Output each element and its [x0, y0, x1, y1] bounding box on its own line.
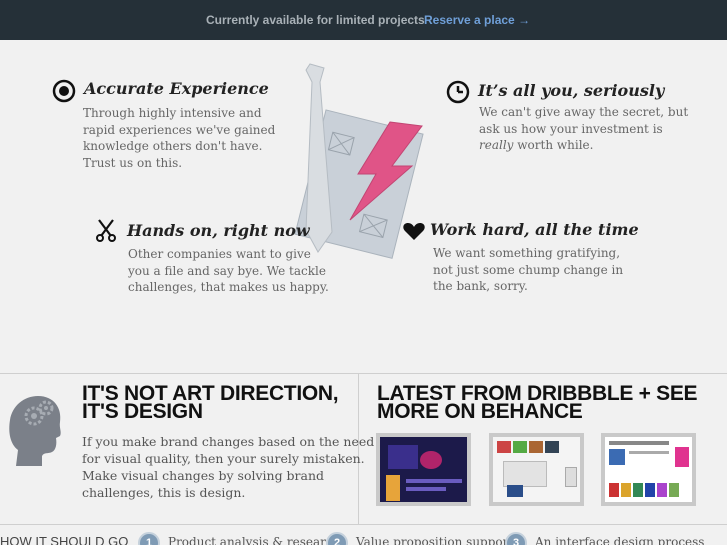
feature-text: Other companies want to give you a file … [128, 247, 329, 294]
process-label: HOW IT SHOULD GO [0, 534, 129, 545]
step-number-badge: 2 [326, 532, 348, 545]
feature-title: Work hard, all the time [430, 220, 639, 239]
availability-message: Currently available for limited projects [206, 13, 425, 27]
dribbble-heading: LATEST FROM DRIBBBLE + SEE MORE ON BEHAN… [377, 382, 698, 423]
feature-text: We can't give away the secret, but ask u… [479, 105, 689, 152]
art-direction-heading: IT'S NOT ART DIRECTION, IT'S DESIGN [82, 382, 339, 423]
step-number-badge: 3 [505, 532, 527, 545]
top-bar: Currently available for limited projects… [0, 0, 727, 40]
clock-icon [446, 80, 470, 104]
feature-title: Hands on, right now [127, 221, 310, 240]
feature-text: Through highly intensive and rapid exper… [83, 106, 276, 170]
reserve-place-link[interactable]: Reserve a place → [424, 13, 530, 27]
dribbble-shot-2[interactable] [489, 433, 584, 506]
dribbble-shot-1[interactable] [376, 433, 471, 506]
feature-title: It’s all you, seriously [478, 81, 665, 100]
step-number-badge: 1 [138, 532, 160, 545]
head-gears-icon [9, 396, 61, 466]
feature-text: We want something gratifying, not just s… [433, 246, 624, 293]
emphasis-text: really [479, 138, 514, 152]
art-direction-text: If you make brand changes based on the n… [82, 434, 375, 500]
section-divider [0, 373, 727, 374]
section-divider [0, 524, 727, 525]
step-label: Value proposition support [356, 535, 514, 545]
dribbble-shot-3[interactable] [601, 433, 696, 506]
scissors-icon [96, 219, 116, 242]
feature-title: Accurate Experience [84, 79, 269, 98]
step-label: An interface design process [535, 535, 705, 545]
target-icon [52, 79, 76, 103]
process-strip: HOW IT SHOULD GO 1 Product analysis & re… [0, 530, 727, 545]
step-label: Product analysis & research [168, 535, 341, 545]
heart-icon [403, 223, 425, 240]
